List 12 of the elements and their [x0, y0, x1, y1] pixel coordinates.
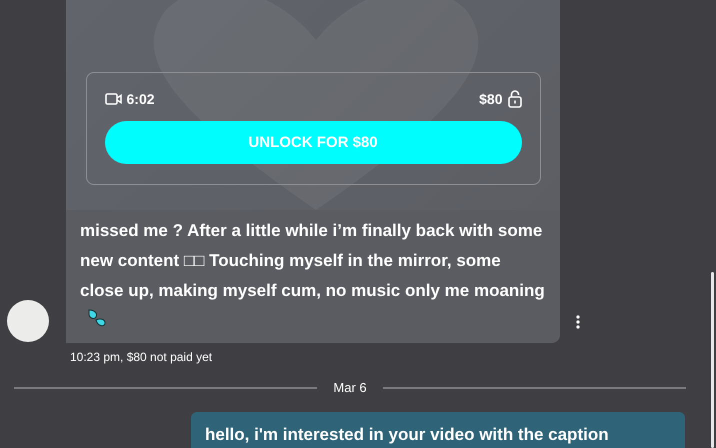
sweat-droplets-icon — [86, 308, 108, 328]
video-duration: 6:02 — [126, 91, 155, 107]
more-options-icon[interactable] — [576, 315, 580, 329]
message-text: missed me ? After a little while i’m finally back with some new content □□ Touching myself in the mirror, some close up, making myself cum, no music only me moaning — [80, 221, 545, 300]
media-price: $80 — [479, 91, 502, 107]
video-camera-icon — [104, 93, 122, 105]
message-text: hello, i'm interested in your video with the caption — [205, 425, 609, 444]
date-label: Mar 6 — [333, 380, 367, 395]
message-meta: 10:23 pm, $80 not paid yet — [69, 349, 214, 364]
unlock-button[interactable]: UNLOCK FOR $80 — [104, 121, 522, 164]
scrollbar[interactable] — [711, 272, 714, 448]
avatar[interactable] — [7, 300, 49, 342]
